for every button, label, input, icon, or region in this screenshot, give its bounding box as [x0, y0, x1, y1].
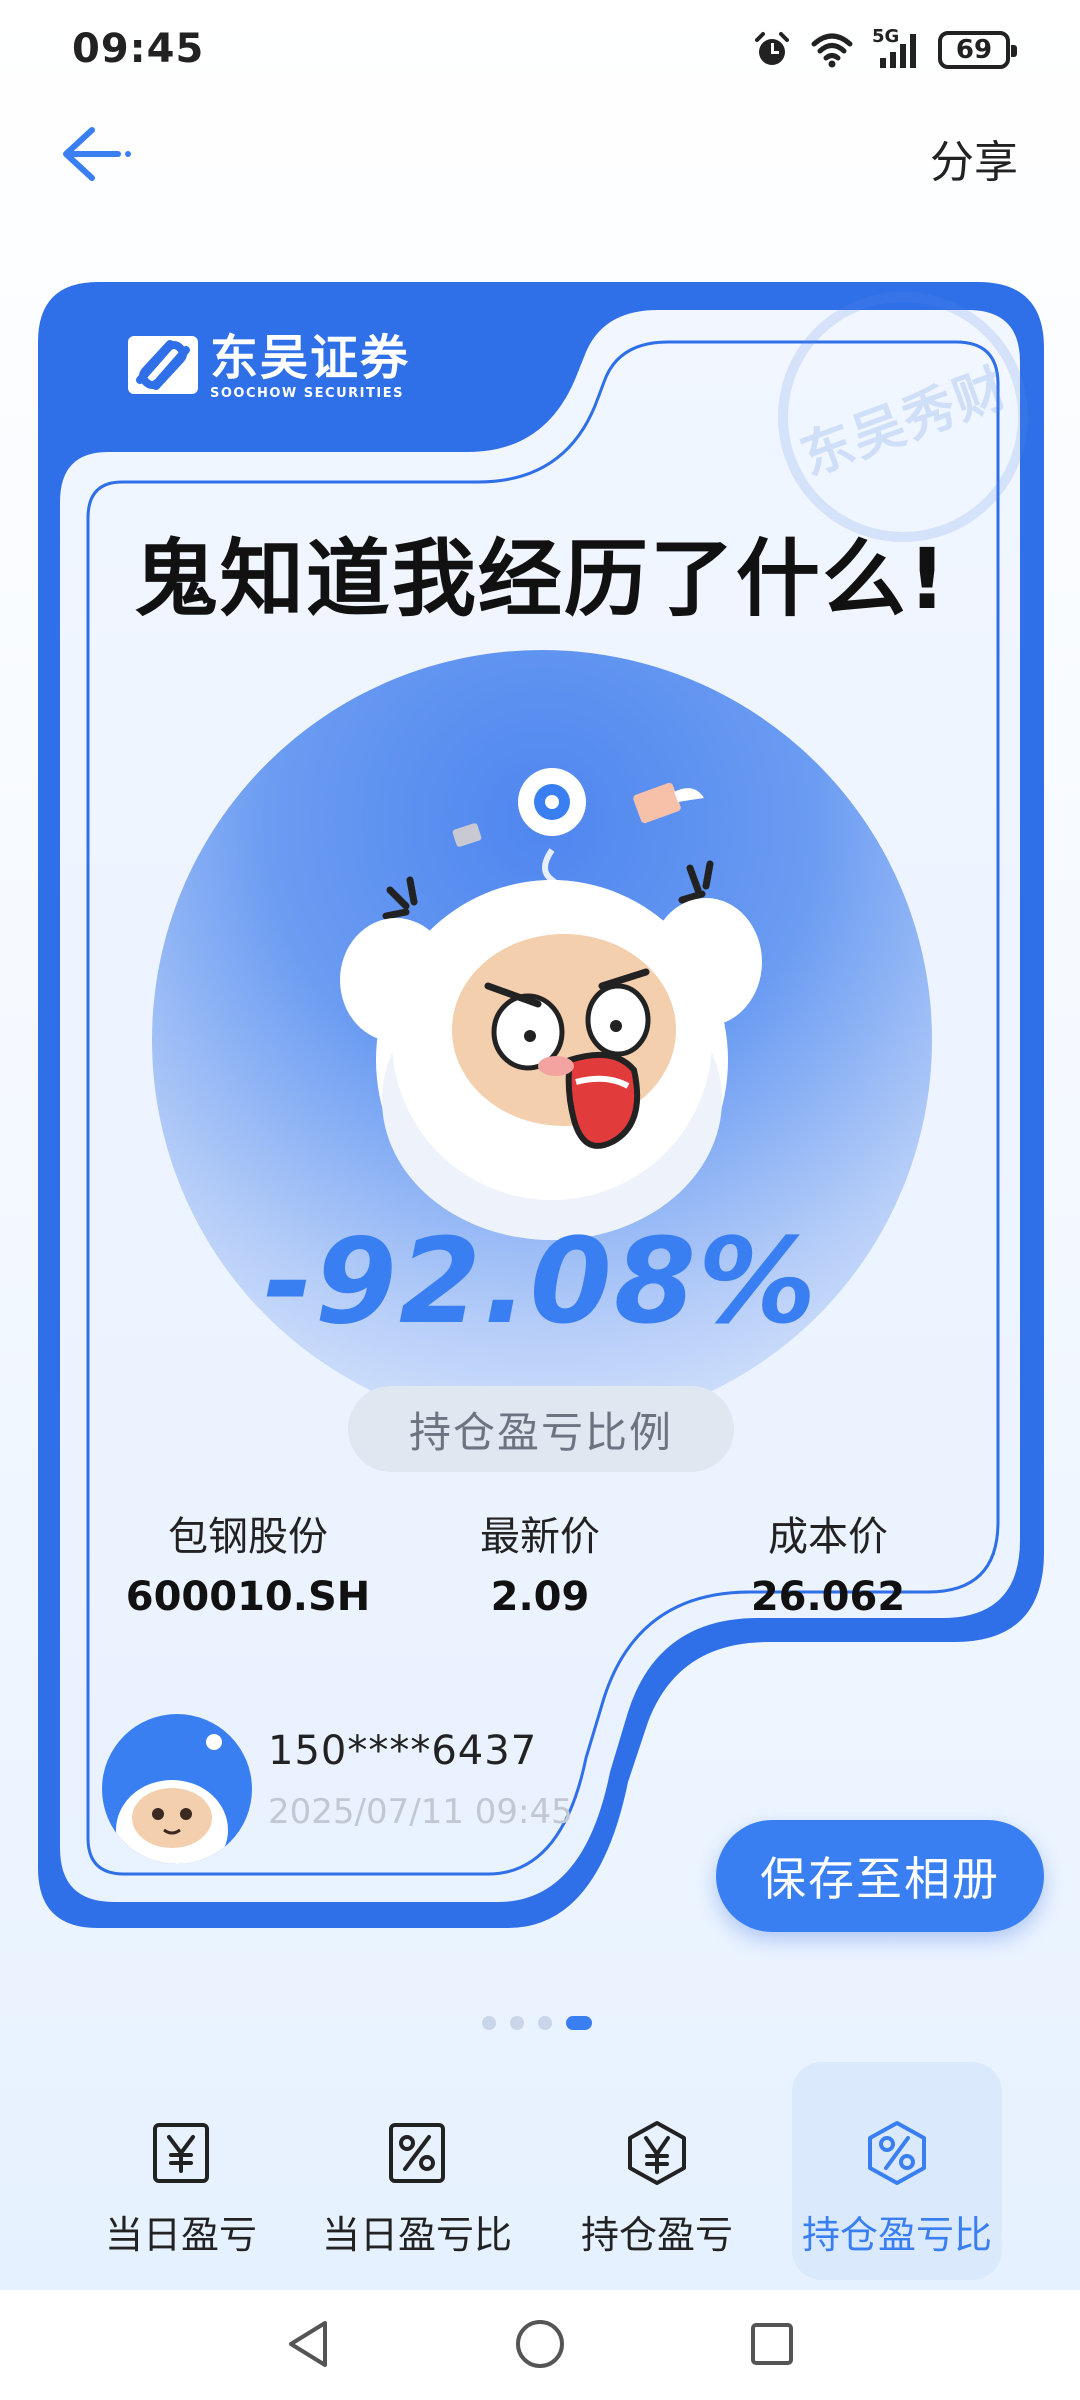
percent-hexagon-icon	[865, 2118, 929, 2188]
card-headline: 鬼知道我经历了什么!	[133, 530, 949, 628]
cost-price-value: 26.062	[750, 1574, 906, 1620]
back-button[interactable]	[52, 118, 138, 194]
battery-icon: 69	[938, 31, 1017, 69]
account-datetime: 2025/07/11 09:45	[268, 1792, 573, 1832]
yuan-square-icon	[149, 2118, 213, 2188]
tab-label: 持仓盈亏比	[801, 2213, 992, 2257]
percent-square-icon	[385, 2118, 449, 2188]
soochow-logo-icon	[128, 335, 198, 398]
brand-name-en: SOOCHOW SECURITIES	[210, 386, 404, 401]
tab-daily-pnl[interactable]: 当日盈亏	[76, 2062, 286, 2280]
status-bar: 09:45 5G 69	[0, 0, 1080, 100]
brand-logo: 东吴证券 SOOCHOW SECURITIES	[128, 332, 410, 401]
brand-text: 东吴证券 SOOCHOW SECURITIES	[210, 332, 410, 401]
tab-label: 持仓盈亏	[580, 2213, 733, 2257]
yuan-hexagon-icon	[625, 2118, 689, 2188]
cost-price-stat: 成本价 26.062	[678, 1504, 978, 1620]
status-time: 09:45	[72, 26, 205, 72]
top-nav: 分享	[0, 110, 1080, 200]
position-pnl-ratio-label: 持仓盈亏比例	[348, 1386, 734, 1472]
system-back-button[interactable]	[276, 2314, 340, 2378]
stock-info: 包钢股份 600010.SH	[98, 1504, 398, 1620]
recents-square-icon	[747, 2319, 797, 2373]
home-circle-icon	[513, 2317, 567, 2375]
wifi-icon	[810, 32, 854, 68]
status-icons: 5G 69	[752, 26, 1017, 74]
tab-label: 当日盈亏比	[321, 2213, 512, 2257]
avatar	[102, 1714, 252, 1864]
page-dot-active[interactable]	[566, 2016, 592, 2030]
shocked-mascot-illustration	[340, 768, 762, 1240]
system-recents-button[interactable]	[740, 2314, 804, 2378]
system-navigation-bar	[0, 2290, 1080, 2400]
cost-price-label: 成本价	[768, 1514, 888, 1560]
latest-price-value: 2.09	[490, 1574, 590, 1620]
back-triangle-icon	[283, 2317, 333, 2375]
position-pnl-ratio-value: -92.08%	[263, 1212, 819, 1350]
tab-label: 当日盈亏	[104, 2213, 257, 2257]
back-arrow-icon	[56, 124, 134, 188]
share-button[interactable]: 分享	[930, 126, 1018, 190]
page-indicator	[482, 2016, 592, 2030]
latest-price-stat: 最新价 2.09	[390, 1504, 690, 1620]
page-dot[interactable]	[510, 2016, 524, 2030]
tab-position-pnl-ratio[interactable]: 持仓盈亏比	[792, 2062, 1002, 2280]
tab-daily-pnl-ratio[interactable]: 当日盈亏比	[312, 2062, 522, 2280]
stock-code: 600010.SH	[125, 1574, 371, 1620]
page-dot[interactable]	[482, 2016, 496, 2030]
alarm-icon	[752, 30, 792, 70]
stamp-text: 东吴秀财	[793, 357, 1017, 488]
save-to-album-button[interactable]: 保存至相册	[716, 1820, 1044, 1932]
share-card: 东吴秀财 东吴证券 SOOCHOW SECURITIES 鬼知道我经历了什么!	[38, 282, 1044, 1928]
mascot-avatar-icon	[116, 1734, 228, 1864]
stock-name: 包钢股份	[168, 1514, 328, 1560]
system-home-button[interactable]	[508, 2314, 572, 2378]
brand-stamp-watermark: 东吴秀财	[778, 292, 1028, 542]
share-type-tabs: 当日盈亏 当日盈亏比 持仓盈亏 持仓盈亏比	[0, 2060, 1080, 2290]
page-dot[interactable]	[538, 2016, 552, 2030]
latest-price-label: 最新价	[480, 1514, 600, 1560]
tab-position-pnl[interactable]: 持仓盈亏	[552, 2062, 762, 2280]
network-label: 5G	[872, 26, 900, 47]
account-phone: 150****6437	[268, 1728, 538, 1774]
brand-name-cn: 东吴证券	[210, 330, 411, 386]
signal-icon: 5G	[872, 26, 920, 70]
